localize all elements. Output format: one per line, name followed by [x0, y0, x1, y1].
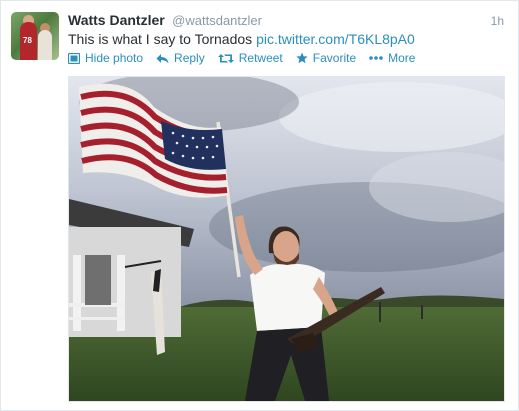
more-button[interactable]: More: [369, 51, 415, 65]
tweet-header: Watts Dantzler @wattsdantzler: [68, 12, 262, 30]
tweet-photo-image: [69, 77, 504, 401]
tweet-card[interactable]: 78 Watts Dantzler @wattsdantzler 1h This…: [0, 0, 519, 411]
user-handle[interactable]: @wattsdantzler: [172, 13, 262, 28]
reply-button[interactable]: Reply: [156, 51, 205, 65]
hide-photo-label: Hide photo: [85, 51, 144, 65]
reply-icon: [156, 53, 169, 63]
more-label: More: [388, 51, 416, 65]
favorite-button[interactable]: Favorite: [296, 51, 356, 65]
tweet-photo[interactable]: [68, 76, 505, 402]
avatar-person2-body: [38, 30, 52, 60]
star-icon: [296, 52, 308, 64]
tweet-actions: Hide photo Reply Retweet Favorite More: [68, 51, 428, 65]
tweet-media-link[interactable]: pic.twitter.com/T6KL8pA0: [256, 31, 415, 47]
retweet-label: Retweet: [238, 51, 283, 65]
retweet-icon: [217, 53, 234, 63]
retweet-button[interactable]: Retweet: [217, 51, 283, 65]
reply-label: Reply: [174, 51, 205, 65]
photo-icon: [68, 52, 80, 64]
tweet-timestamp[interactable]: 1h: [491, 14, 504, 28]
tweet-text: This is what I say to Tornados pic.twitt…: [68, 31, 415, 47]
tweet-text-body: This is what I say to Tornados: [68, 31, 257, 47]
favorite-label: Favorite: [312, 51, 357, 65]
user-fullname[interactable]: Watts Dantzler: [68, 12, 165, 28]
hide-photo-button[interactable]: Hide photo: [68, 51, 143, 65]
avatar-jersey-number: 78: [23, 36, 32, 45]
more-dots-icon: [369, 56, 383, 60]
avatar[interactable]: 78: [11, 12, 59, 60]
